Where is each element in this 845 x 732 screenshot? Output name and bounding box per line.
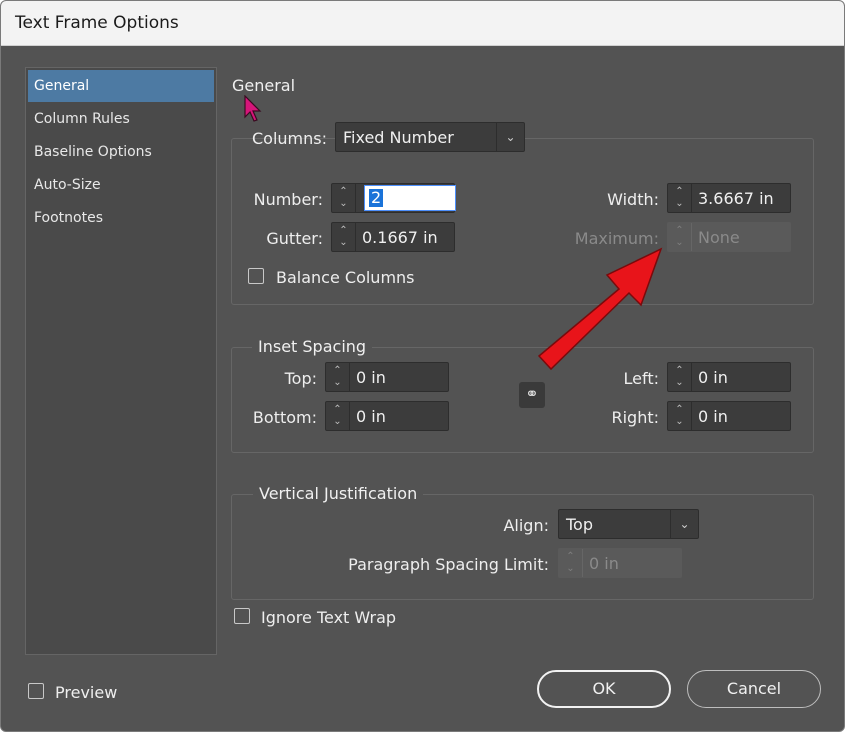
gutter-value: 0.1667 in [362,228,438,247]
gutter-stepper[interactable]: ⌃ ⌄ 0.1667 in [331,222,455,252]
number-input-value: 2 [369,188,384,207]
inset-left-stepper[interactable]: ⌃ ⌄ 0 in [667,362,791,392]
vertical-justification-group [231,494,814,600]
inset-spacing-legend: Inset Spacing [252,337,373,356]
number-label: Number: [253,190,323,209]
page-title: General [232,76,296,95]
preview-label: Preview [55,683,118,702]
align-label: Align: [503,516,549,535]
sidebar-item-general[interactable]: General [28,70,214,102]
sidebar-item-auto-size[interactable]: Auto-Size [28,169,214,201]
chevron-down-icon: ⌄ [670,510,698,538]
stepper-arrows-icon[interactable]: ⌃ ⌄ [332,184,356,212]
stepper-arrows-icon[interactable]: ⌃ ⌄ [668,363,692,391]
stepper-arrows-icon[interactable]: ⌃ ⌄ [326,402,350,430]
paragraph-spacing-limit-label: Paragraph Spacing Limit: [348,555,549,574]
inset-bottom-label: Bottom: [252,408,317,427]
sidebar-item-column-rules[interactable]: Column Rules [28,103,214,135]
number-stepper[interactable]: ⌃ ⌄ 2 [331,183,456,213]
stepper-arrows-icon[interactable]: ⌃ ⌄ [668,184,692,212]
paragraph-spacing-limit-value: 0 in [589,554,619,573]
stepper-arrows-icon[interactable]: ⌃ ⌄ [332,223,356,251]
width-label: Width: [607,190,659,209]
paragraph-spacing-limit-stepper: ⌃ ⌄ 0 in [558,548,682,578]
sidebar-item-baseline-options[interactable]: Baseline Options [28,136,214,168]
sidebar: General Column Rules Baseline Options Au… [25,67,217,655]
link-chain-icon[interactable]: ⚭ [519,382,545,408]
sidebar-item-footnotes[interactable]: Footnotes [28,202,214,234]
stepper-arrows-icon[interactable]: ⌃ ⌄ [668,402,692,430]
maximum-value: None [698,228,740,247]
gutter-label: Gutter: [266,229,323,248]
number-input[interactable]: 2 [364,185,456,211]
chevron-down-icon: ⌄ [496,123,524,151]
balance-columns-checkbox[interactable] [248,268,264,284]
cancel-button[interactable]: Cancel [687,670,821,708]
stepper-arrows-icon: ⌃ ⌄ [559,549,583,577]
inset-right-value: 0 in [698,407,728,426]
stepper-arrows-icon[interactable]: ⌃ ⌄ [326,363,350,391]
align-dropdown[interactable]: Top ⌄ [558,509,699,539]
preview-checkbox[interactable] [28,683,44,699]
vertical-justification-legend: Vertical Justification [253,484,424,503]
columns-dropdown[interactable]: Fixed Number ⌄ [335,122,525,152]
align-dropdown-value: Top [566,515,593,534]
columns-label: Columns: [252,129,327,148]
width-stepper[interactable]: ⌃ ⌄ 3.6667 in [667,183,791,213]
inset-top-value: 0 in [356,368,386,387]
text-frame-options-dialog: Text Frame Options General Column Rules … [0,0,845,732]
balance-columns-label: Balance Columns [276,268,415,287]
width-value: 3.6667 in [698,189,774,208]
stepper-arrows-icon: ⌃ ⌄ [668,223,692,251]
annotation-arrow-icon [537,247,663,371]
mouse-cursor-icon [244,95,262,122]
inset-bottom-value: 0 in [356,407,386,426]
inset-right-label: Right: [611,408,659,427]
maximum-stepper: ⌃ ⌄ None [667,222,791,252]
ok-button[interactable]: OK [537,670,671,708]
inset-left-value: 0 in [698,368,728,387]
inset-top-label: Top: [284,369,317,388]
window-title: Text Frame Options [15,13,179,33]
ignore-text-wrap-label: Ignore Text Wrap [261,608,397,627]
inset-bottom-stepper[interactable]: ⌃ ⌄ 0 in [325,401,449,431]
columns-dropdown-value: Fixed Number [343,128,454,147]
title-bar: Text Frame Options [1,1,844,46]
inset-top-stepper[interactable]: ⌃ ⌄ 0 in [325,362,449,392]
inset-right-stepper[interactable]: ⌃ ⌄ 0 in [667,401,791,431]
ignore-text-wrap-checkbox[interactable] [234,608,250,624]
